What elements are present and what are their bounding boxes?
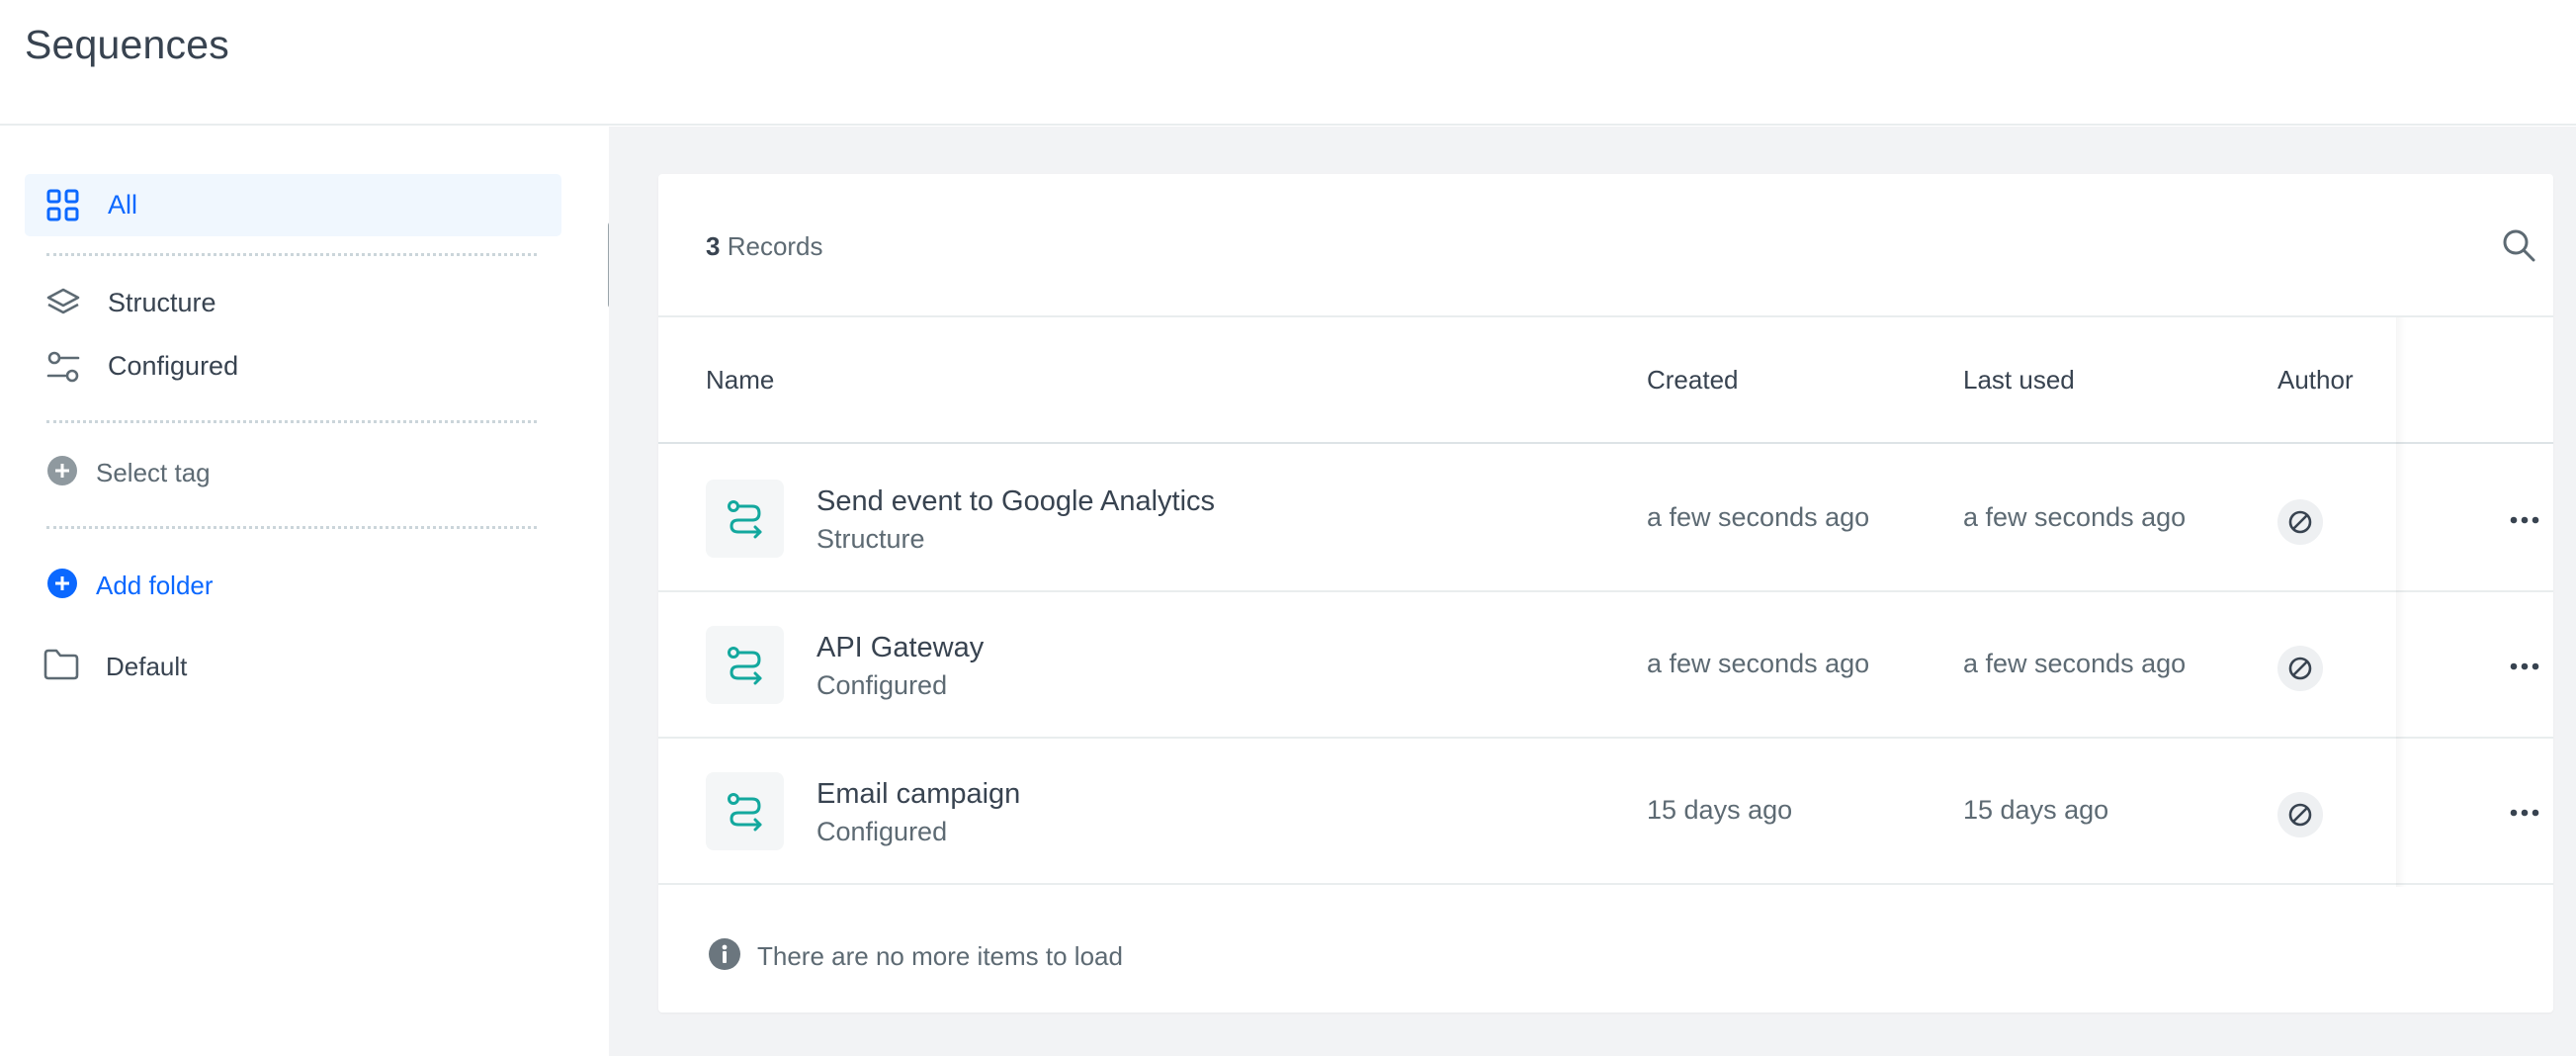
select-tag-button[interactable]: Select tag — [46, 455, 211, 491]
sidebar-item-structure[interactable]: Structure — [25, 272, 561, 334]
column-header-author[interactable]: Author — [2277, 365, 2354, 396]
created-value: a few seconds ago — [1647, 649, 1870, 678]
card-toolbar: 3 Records — [658, 174, 2553, 317]
author-none-icon — [2277, 792, 2323, 837]
table-row[interactable]: Send event to Google Analytics Structure… — [658, 446, 2553, 592]
page-title: Sequences — [25, 22, 229, 67]
divider — [46, 420, 537, 423]
table-row[interactable]: Email campaign Configured 15 days ago 15… — [658, 739, 2553, 885]
records-card: 3 Records Name Created Last used Author — [658, 174, 2553, 1012]
select-tag-label: Select tag — [96, 458, 211, 487]
sequence-type: Configured — [816, 817, 948, 846]
plus-circle-icon — [46, 568, 78, 604]
more-actions-button[interactable] — [2505, 505, 2544, 535]
table-row[interactable]: API Gateway Configured a few seconds ago… — [658, 592, 2553, 739]
column-header-name[interactable]: Name — [706, 365, 774, 396]
end-of-list-note: There are no more items to load — [708, 937, 1123, 976]
sequence-name[interactable]: API Gateway — [816, 632, 984, 664]
add-folder-button[interactable]: Add folder — [46, 568, 214, 604]
sliders-icon — [45, 349, 81, 385]
sidebar-item-label: Configured — [108, 351, 239, 381]
page-header: Sequences — [0, 0, 2576, 126]
sequence-icon — [706, 480, 784, 558]
folder-label: Default — [106, 652, 188, 681]
folder-item-default[interactable]: Default — [43, 648, 187, 686]
last-used-value: a few seconds ago — [1963, 502, 2187, 532]
column-header-created[interactable]: Created — [1647, 365, 1739, 396]
plus-circle-icon — [46, 455, 78, 491]
main-content: 3 Records Name Created Last used Author — [609, 127, 2576, 1056]
sequence-name[interactable]: Email campaign — [816, 778, 1020, 811]
sequence-name[interactable]: Send event to Google Analytics — [816, 485, 1215, 518]
sequence-icon — [706, 626, 784, 704]
divider — [46, 526, 537, 529]
column-header-last-used[interactable]: Last used — [1963, 365, 2075, 396]
layers-icon — [45, 286, 81, 321]
ellipsis-icon — [2510, 511, 2539, 529]
sidebar-item-all[interactable]: All — [25, 174, 561, 236]
sidebar-item-configured[interactable]: Configured — [25, 335, 561, 397]
created-value: 15 days ago — [1647, 795, 1793, 825]
ellipsis-icon — [2510, 804, 2539, 822]
sequence-type: Configured — [816, 670, 948, 700]
folder-icon — [43, 648, 80, 686]
sidebar-item-label: Structure — [108, 288, 216, 317]
last-used-value: 15 days ago — [1963, 795, 2109, 825]
sequence-icon — [706, 772, 784, 850]
sidebar-item-label: All — [108, 190, 138, 220]
records-count: 3 Records — [706, 231, 823, 261]
end-of-list-text: There are no more items to load — [757, 941, 1123, 971]
table-header: Name Created Last used Author — [658, 317, 2553, 444]
author-none-icon — [2277, 646, 2323, 691]
add-folder-label: Add folder — [96, 571, 214, 600]
last-used-value: a few seconds ago — [1963, 649, 2187, 678]
ellipsis-icon — [2510, 658, 2539, 675]
grid-icon — [45, 188, 81, 223]
created-value: a few seconds ago — [1647, 502, 1870, 532]
info-icon — [708, 937, 741, 976]
sequence-type: Structure — [816, 524, 925, 554]
more-actions-button[interactable] — [2505, 798, 2544, 828]
sidebar: All Structure Configured Select tag Add … — [0, 127, 609, 1056]
search-icon — [2501, 227, 2536, 268]
more-actions-button[interactable] — [2505, 652, 2544, 681]
search-button[interactable] — [2497, 225, 2540, 269]
author-none-icon — [2277, 499, 2323, 545]
divider — [46, 253, 537, 256]
